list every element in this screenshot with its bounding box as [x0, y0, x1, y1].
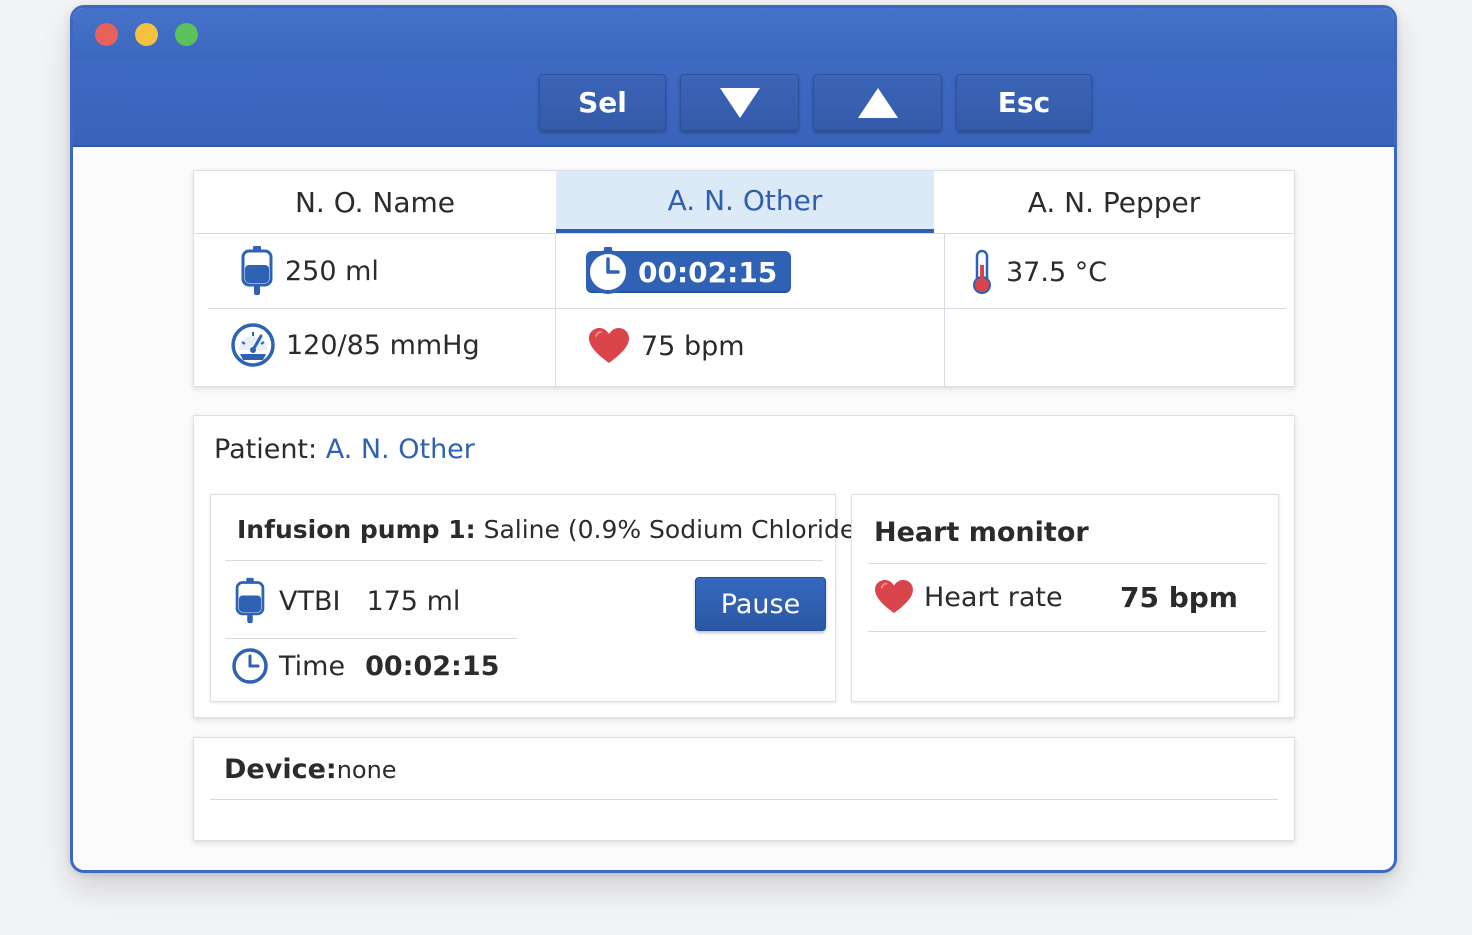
- heart-monitor-card: Heart monitor Heart rate 75 bpm: [851, 494, 1279, 702]
- pump-drug: Saline (0.9% Sodium Chloride): [483, 515, 865, 544]
- timer-badge: 00:02:15: [586, 247, 792, 294]
- heart-icon: [875, 579, 913, 614]
- pause-button[interactable]: Pause: [695, 577, 826, 631]
- escape-button[interactable]: Esc: [956, 74, 1092, 131]
- device-label: Device:: [224, 754, 337, 785]
- divider: [868, 563, 1266, 564]
- tab-patient-3[interactable]: A. N. Pepper: [934, 171, 1294, 233]
- thermometer-icon: [973, 249, 991, 294]
- vtbi-row: VTBI 175 ml: [233, 577, 460, 625]
- pump-title: Infusion pump 1:: [237, 515, 476, 544]
- time-row: Time 00:02:15: [231, 645, 499, 687]
- pause-button-label: Pause: [720, 588, 801, 620]
- temperature-cell[interactable]: 37.5 °C: [970, 247, 1107, 297]
- up-button[interactable]: [813, 74, 942, 131]
- divider: [194, 233, 1294, 234]
- heart-icon: [589, 328, 629, 363]
- heart-rate-label: Heart rate: [924, 581, 1063, 613]
- divider: [210, 799, 1278, 800]
- heart-monitor-title: Heart monitor: [874, 517, 1089, 548]
- heart-rate-row: Heart rate: [874, 575, 1063, 619]
- escape-button-label: Esc: [997, 86, 1051, 119]
- infusion-pump-card: Infusion pump 1: Saline (0.9% Sodium Chl…: [210, 494, 865, 702]
- pump-heading: Infusion pump 1: Saline (0.9% Sodium Chl…: [237, 515, 865, 544]
- divider: [208, 308, 1286, 309]
- blood-pressure-cell[interactable]: 120/85 mmHg: [230, 319, 480, 371]
- patient-label: Patient:: [214, 434, 318, 465]
- iv-bag-icon: [241, 246, 273, 295]
- blood-pressure-value: 120/85 mmHg: [286, 329, 480, 361]
- select-button[interactable]: Sel: [539, 74, 666, 131]
- triangle-up-icon: [857, 87, 898, 118]
- time-label: Time: [279, 650, 346, 682]
- patients-grid: N. O. Name A. N. Other A. N. Pepper 250 …: [193, 170, 1295, 387]
- divider: [225, 638, 517, 639]
- patient-panel: Patient: A. N. Other Infusion pump 1: Sa…: [193, 415, 1295, 718]
- toolbar: Sel Esc: [73, 61, 1394, 147]
- tab-label: A. N. Other: [667, 183, 823, 217]
- divider: [868, 631, 1266, 632]
- time-value: 00:02:15: [365, 650, 500, 682]
- timer-cell[interactable]: 00:02:15: [586, 247, 792, 297]
- device-value: none: [336, 756, 397, 784]
- gauge-icon: [231, 323, 275, 367]
- device-heading: Device:none: [224, 754, 397, 785]
- vtbi-value: 175 ml: [366, 585, 461, 617]
- tab-label: N. O. Name: [294, 185, 456, 219]
- divider: [555, 233, 556, 386]
- select-button-label: Sel: [578, 86, 627, 119]
- tab-patient-1[interactable]: N. O. Name: [194, 171, 556, 233]
- down-button[interactable]: [680, 74, 799, 131]
- main-content: N. O. Name A. N. Other A. N. Pepper 250 …: [73, 147, 1394, 870]
- clock-icon: [232, 648, 268, 684]
- zoom-window-button[interactable]: [175, 23, 198, 46]
- divider: [225, 560, 823, 561]
- heart-rate-value: 75 bpm: [641, 330, 745, 362]
- heart-rate-cell[interactable]: 75 bpm: [588, 321, 745, 371]
- vtbi-label: VTBI: [279, 585, 341, 617]
- stopwatch-icon: [586, 247, 630, 294]
- minimize-window-button[interactable]: [135, 23, 158, 46]
- tab-label: A. N. Pepper: [1027, 185, 1201, 219]
- divider: [944, 233, 945, 386]
- title-bar: [73, 8, 1394, 62]
- volume-value: 250 ml: [285, 255, 379, 287]
- volume-cell[interactable]: 250 ml: [240, 245, 379, 297]
- iv-bag-icon: [235, 577, 265, 624]
- device-panel: Device:none: [193, 737, 1295, 841]
- temperature-value: 37.5 °C: [1006, 256, 1108, 288]
- tab-patient-2[interactable]: A. N. Other: [556, 171, 934, 233]
- patient-name: A. N. Other: [325, 434, 475, 465]
- triangle-down-icon: [719, 87, 760, 118]
- close-window-button[interactable]: [95, 23, 118, 46]
- heart-rate-reading: 75 bpm: [1120, 581, 1238, 614]
- timer-value: 00:02:15: [638, 255, 778, 289]
- app-window: Sel Esc N. O. Name A. N. Other A. N. Pep…: [70, 5, 1397, 873]
- patient-heading: Patient: A. N. Other: [214, 434, 475, 465]
